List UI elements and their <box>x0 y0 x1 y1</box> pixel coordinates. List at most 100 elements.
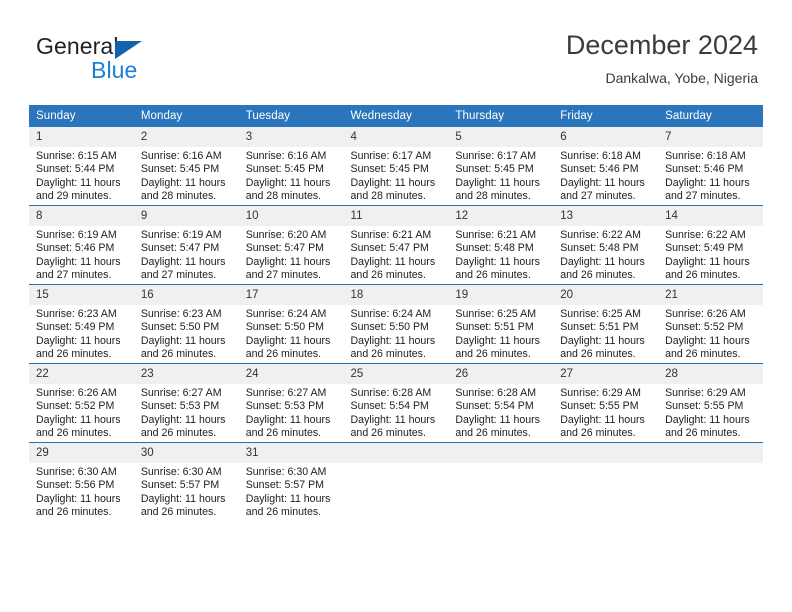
day-number: 5 <box>448 127 554 147</box>
daylight-text-line2: and 27 minutes. <box>245 269 322 282</box>
sunset-text: Sunset: 5:56 PM <box>36 479 115 492</box>
sunrise-text: Sunrise: 6:29 AM <box>560 387 641 399</box>
day-cell[interactable]: 26 Sunrise: 6:28 AM Sunset: 5:54 PM Dayl… <box>448 363 554 443</box>
day-cell[interactable]: 12 Sunrise: 6:21 AM Sunset: 5:48 PM Dayl… <box>448 205 554 285</box>
daylight-text-line2: and 26 minutes. <box>455 269 531 282</box>
calendar-table: Sunday Monday Tuesday Wednesday Thursday… <box>29 105 763 521</box>
day-number: 1 <box>29 127 134 147</box>
day-cell[interactable]: 3 Sunrise: 6:16 AM Sunset: 5:45 PM Dayli… <box>238 127 344 206</box>
day-details: Sunrise: 6:21 AM Sunset: 5:48 PM Dayligh… <box>448 226 553 283</box>
day-cell[interactable]: 6 Sunrise: 6:18 AM Sunset: 5:46 PM Dayli… <box>553 127 659 206</box>
day-number: 13 <box>553 206 659 226</box>
sunrise-text: Sunrise: 6:22 AM <box>665 229 746 241</box>
sunrise-text: Sunrise: 6:24 AM <box>350 308 432 320</box>
day-cell[interactable]: 8 Sunrise: 6:19 AM Sunset: 5:46 PM Dayli… <box>29 205 134 285</box>
day-cell[interactable]: 2 Sunrise: 6:16 AM Sunset: 5:45 PM Dayli… <box>133 127 239 206</box>
sunrise-text: Sunrise: 6:30 AM <box>245 466 327 478</box>
daylight-text-line2: and 26 minutes. <box>140 427 217 440</box>
day-number: 11 <box>343 206 449 226</box>
daylight-text-line1: Daylight: 11 hours <box>245 176 331 189</box>
daylight-text-line2: and 29 minutes. <box>36 190 112 203</box>
day-cell[interactable]: 1 Sunrise: 6:15 AM Sunset: 5:44 PM Dayli… <box>29 127 134 206</box>
day-cell[interactable]: 31 Sunrise: 6:30 AM Sunset: 5:57 PM Dayl… <box>238 442 344 521</box>
day-details: Sunrise: 6:15 AM Sunset: 5:44 PM Dayligh… <box>29 147 134 204</box>
daylight-text-line2: and 27 minutes. <box>665 190 741 203</box>
sunrise-text: Sunrise: 6:28 AM <box>350 387 432 399</box>
day-number: 7 <box>658 127 763 147</box>
daylight-text-line2: and 26 minutes. <box>560 269 636 282</box>
day-number: 25 <box>343 364 449 384</box>
calendar-body: 1 Sunrise: 6:15 AM Sunset: 5:44 PM Dayli… <box>29 127 763 521</box>
sunset-text: Sunset: 5:46 PM <box>665 163 744 176</box>
day-cell[interactable]: 7 Sunrise: 6:18 AM Sunset: 5:46 PM Dayli… <box>658 127 763 206</box>
weekday-header-friday: Friday <box>553 105 659 127</box>
day-details: Sunrise: 6:23 AM Sunset: 5:50 PM Dayligh… <box>134 305 239 362</box>
logo-text-blue: Blue <box>91 57 138 83</box>
day-details: Sunrise: 6:19 AM Sunset: 5:46 PM Dayligh… <box>29 226 134 283</box>
week-row: 1 Sunrise: 6:15 AM Sunset: 5:44 PM Dayli… <box>29 127 763 206</box>
sunrise-text: Sunrise: 6:27 AM <box>245 387 327 399</box>
day-cell[interactable]: 5 Sunrise: 6:17 AM Sunset: 5:45 PM Dayli… <box>448 127 554 206</box>
day-cell[interactable]: 28 Sunrise: 6:29 AM Sunset: 5:55 PM Dayl… <box>658 363 763 443</box>
day-cell[interactable]: 10 Sunrise: 6:20 AM Sunset: 5:47 PM Dayl… <box>238 205 344 285</box>
day-number: 3 <box>238 127 344 147</box>
sunrise-text: Sunrise: 6:26 AM <box>665 308 746 320</box>
daylight-text-line2: and 26 minutes. <box>665 427 741 440</box>
day-details: Sunrise: 6:30 AM Sunset: 5:56 PM Dayligh… <box>29 463 134 520</box>
day-cell[interactable]: 14 Sunrise: 6:22 AM Sunset: 5:49 PM Dayl… <box>658 205 763 285</box>
daylight-text-line1: Daylight: 11 hours <box>36 176 121 189</box>
day-cell[interactable]: 30 Sunrise: 6:30 AM Sunset: 5:57 PM Dayl… <box>133 442 239 521</box>
day-cell[interactable]: 18 Sunrise: 6:24 AM Sunset: 5:50 PM Dayl… <box>343 284 449 364</box>
day-number: 16 <box>133 285 239 305</box>
sunrise-text: Sunrise: 6:17 AM <box>350 150 432 162</box>
sunset-text: Sunset: 5:49 PM <box>36 321 115 334</box>
weekday-header-row: Sunday Monday Tuesday Wednesday Thursday… <box>29 105 763 127</box>
day-cell[interactable]: 22 Sunrise: 6:26 AM Sunset: 5:52 PM Dayl… <box>29 363 134 443</box>
day-cell[interactable]: 25 Sunrise: 6:28 AM Sunset: 5:54 PM Dayl… <box>343 363 449 443</box>
daylight-text-line2: and 26 minutes. <box>350 269 426 282</box>
sunset-text: Sunset: 5:45 PM <box>140 163 220 176</box>
day-number <box>553 443 659 463</box>
day-details: Sunrise: 6:19 AM Sunset: 5:47 PM Dayligh… <box>134 226 239 283</box>
day-details: Sunrise: 6:30 AM Sunset: 5:57 PM Dayligh… <box>134 463 239 520</box>
day-cell[interactable]: 15 Sunrise: 6:23 AM Sunset: 5:49 PM Dayl… <box>29 284 134 364</box>
daylight-text-line1: Daylight: 11 hours <box>350 176 436 189</box>
day-number: 26 <box>448 364 554 384</box>
day-cell[interactable]: 24 Sunrise: 6:27 AM Sunset: 5:53 PM Dayl… <box>238 363 344 443</box>
day-cell[interactable]: 27 Sunrise: 6:29 AM Sunset: 5:55 PM Dayl… <box>553 363 659 443</box>
sunrise-text: Sunrise: 6:19 AM <box>36 229 117 241</box>
daylight-text-line1: Daylight: 11 hours <box>36 413 121 426</box>
sunrise-text: Sunrise: 6:25 AM <box>560 308 641 320</box>
daylight-text-line1: Daylight: 11 hours <box>350 255 436 268</box>
day-cell[interactable]: 20 Sunrise: 6:25 AM Sunset: 5:51 PM Dayl… <box>553 284 659 364</box>
day-cell[interactable]: 23 Sunrise: 6:27 AM Sunset: 5:53 PM Dayl… <box>133 363 239 443</box>
day-cell[interactable]: 9 Sunrise: 6:19 AM Sunset: 5:47 PM Dayli… <box>133 205 239 285</box>
day-cell[interactable]: 19 Sunrise: 6:25 AM Sunset: 5:51 PM Dayl… <box>448 284 554 364</box>
general-blue-logo[interactable]: General Blue <box>36 33 266 89</box>
day-cell[interactable]: 11 Sunrise: 6:21 AM Sunset: 5:47 PM Dayl… <box>343 205 449 285</box>
daylight-text-line2: and 26 minutes. <box>36 348 112 361</box>
day-cell[interactable]: 4 Sunrise: 6:17 AM Sunset: 5:45 PM Dayli… <box>343 127 449 206</box>
day-details: Sunrise: 6:28 AM Sunset: 5:54 PM Dayligh… <box>344 384 449 441</box>
day-cell[interactable]: 17 Sunrise: 6:24 AM Sunset: 5:50 PM Dayl… <box>238 284 344 364</box>
day-cell[interactable]: 13 Sunrise: 6:22 AM Sunset: 5:48 PM Dayl… <box>553 205 659 285</box>
day-cell[interactable]: 21 Sunrise: 6:26 AM Sunset: 5:52 PM Dayl… <box>658 284 763 364</box>
day-details: Sunrise: 6:30 AM Sunset: 5:57 PM Dayligh… <box>239 463 344 520</box>
day-number <box>658 443 763 463</box>
daylight-text-line2: and 26 minutes. <box>350 348 426 361</box>
sunset-text: Sunset: 5:52 PM <box>36 400 115 413</box>
sunrise-text: Sunrise: 6:16 AM <box>140 150 222 162</box>
daylight-text-line1: Daylight: 11 hours <box>665 413 750 426</box>
day-cell[interactable]: 16 Sunrise: 6:23 AM Sunset: 5:50 PM Dayl… <box>133 284 239 364</box>
day-number <box>448 443 554 463</box>
day-cell[interactable]: 29 Sunrise: 6:30 AM Sunset: 5:56 PM Dayl… <box>29 442 134 521</box>
sunset-text: Sunset: 5:55 PM <box>665 400 744 413</box>
daylight-text-line2: and 26 minutes. <box>560 348 636 361</box>
daylight-text-line2: and 28 minutes. <box>455 190 531 203</box>
daylight-text-line2: and 27 minutes. <box>140 269 217 282</box>
day-number: 27 <box>553 364 659 384</box>
daylight-text-line2: and 26 minutes. <box>140 506 217 519</box>
sunrise-text: Sunrise: 6:24 AM <box>245 308 327 320</box>
day-details: Sunrise: 6:21 AM Sunset: 5:47 PM Dayligh… <box>344 226 449 283</box>
daylight-text-line2: and 28 minutes. <box>350 190 426 203</box>
